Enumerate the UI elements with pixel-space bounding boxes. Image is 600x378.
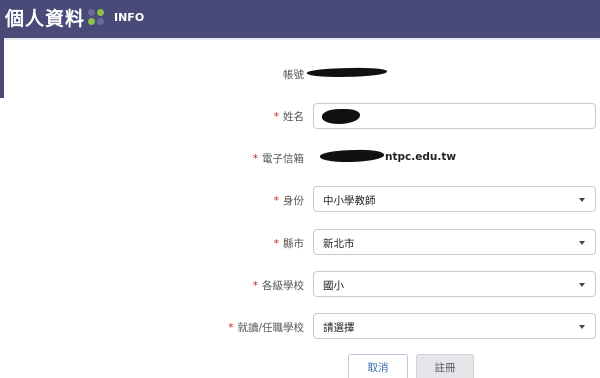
required-mark: * (228, 322, 234, 334)
chevron-down-icon (579, 241, 585, 245)
name-label: * 姓名 (274, 109, 304, 124)
school-select-value: 請選擇 (323, 322, 355, 334)
register-button[interactable]: 註冊 (416, 354, 474, 378)
required-mark: * (273, 111, 279, 123)
chevron-down-icon (579, 325, 585, 329)
account-label: 帳號 (283, 67, 304, 82)
county-select-value: 新北市 (323, 238, 355, 250)
school-select[interactable]: 請選擇 (313, 313, 596, 339)
county-label-text: 縣市 (283, 238, 304, 250)
email-label-text: 電子信箱 (262, 153, 304, 165)
dots-icon (88, 9, 106, 27)
county-label: * 縣市 (274, 236, 304, 251)
identity-label-text: 身份 (283, 195, 304, 207)
dot-icon (88, 18, 95, 25)
identity-select-value: 中小學教師 (323, 195, 376, 207)
cancel-button[interactable]: 取消 (348, 354, 408, 378)
required-mark: * (252, 153, 258, 165)
school-level-label-text: 各級學校 (262, 280, 304, 292)
dot-icon (97, 18, 104, 25)
email-label: * 電子信箱 (253, 151, 304, 166)
chevron-down-icon (579, 198, 585, 202)
redacted-name-value (322, 109, 360, 124)
identity-label: * 身份 (274, 193, 304, 208)
dot-icon (97, 9, 104, 16)
identity-select[interactable]: 中小學教師 (313, 186, 596, 212)
chevron-down-icon (579, 283, 585, 287)
school-level-select[interactable]: 國小 (313, 271, 596, 297)
name-input[interactable] (313, 103, 596, 129)
school-level-select-value: 國小 (323, 280, 344, 292)
school-level-label: * 各級學校 (253, 278, 304, 293)
page-title: 個人資料 (5, 8, 86, 30)
required-mark: * (273, 195, 279, 207)
account-label-text: 帳號 (283, 69, 304, 81)
dot-icon (88, 9, 95, 16)
county-select[interactable]: 新北市 (313, 229, 596, 255)
required-mark: * (273, 238, 279, 250)
name-label-text: 姓名 (283, 111, 304, 123)
header-bar: 個人資料 INFO (0, 0, 600, 38)
page-subtitle: INFO (114, 11, 145, 24)
required-mark: * (252, 280, 258, 292)
school-label-text: 就讀/任職學校 (237, 322, 304, 334)
school-label: * 就讀/任職學校 (228, 320, 304, 335)
email-value-suffix: ntpc.edu.tw (385, 151, 457, 163)
